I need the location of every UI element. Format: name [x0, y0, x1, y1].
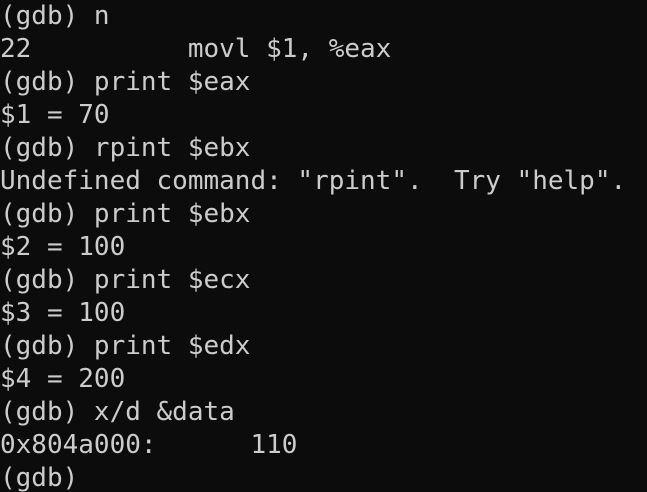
terminal-line: (gdb) print $ecx [0, 265, 251, 295]
terminal-prompt-line[interactable]: (gdb) [0, 462, 78, 492]
gdb-prompt: (gdb) [0, 463, 79, 492]
terminal-line: (gdb) x/d &data [0, 397, 235, 427]
terminal-line: (gdb) print $eax [0, 67, 251, 97]
terminal-line: (gdb) print $ebx [0, 199, 251, 229]
gdb-terminal[interactable]: (gdb) n 22 movl $1, %eax (gdb) print $ea… [0, 0, 647, 492]
terminal-line: 22 movl $1, %eax [0, 34, 392, 64]
terminal-line: $3 = 100 [0, 298, 126, 328]
terminal-line: Undefined command: "rpint". Try "help". [0, 166, 627, 196]
terminal-line: $1 = 70 [0, 100, 110, 130]
terminal-line: (gdb) n [0, 1, 110, 31]
terminal-line: $4 = 200 [0, 364, 126, 394]
terminal-line: 0x804a000: 110 [0, 430, 298, 460]
terminal-line: (gdb) print $edx [0, 331, 251, 361]
terminal-line: (gdb) rpint $ebx [0, 133, 251, 163]
terminal-line: $2 = 100 [0, 232, 126, 262]
